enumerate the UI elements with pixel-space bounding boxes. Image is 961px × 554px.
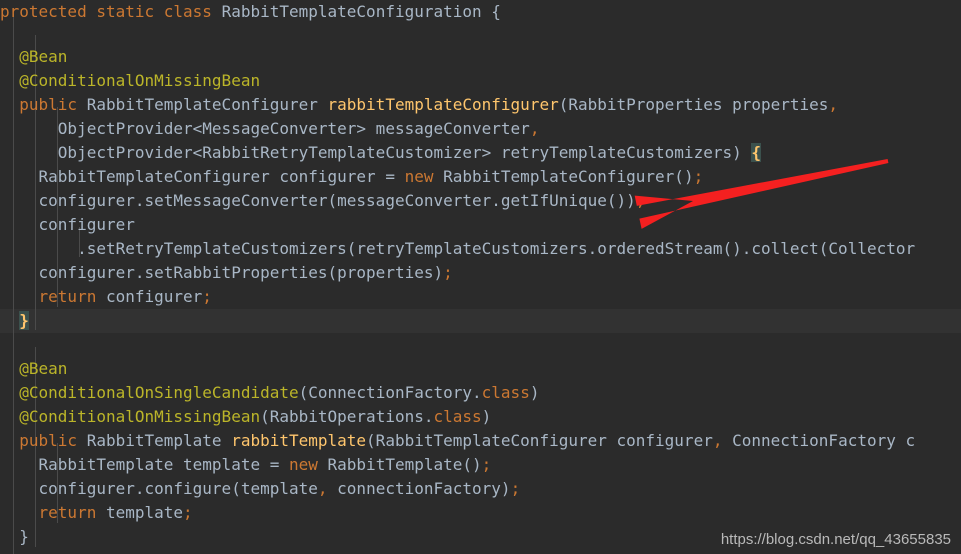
- code-token: configurer.setMessageConverter(messageCo…: [0, 191, 636, 210]
- code-token: ;: [183, 503, 193, 522]
- code-token: protected static class: [0, 2, 222, 21]
- code-token: @Bean: [19, 47, 68, 66]
- code-editor[interactable]: protected static class RabbitTemplateCon…: [0, 0, 961, 554]
- code-line[interactable]: return configurer;: [0, 285, 212, 309]
- code-line[interactable]: configurer.setMessageConverter(messageCo…: [0, 189, 646, 213]
- code-line[interactable]: RabbitTemplateConfigurer configurer = ne…: [0, 165, 704, 189]
- code-line[interactable]: ObjectProvider<RabbitRetryTemplateCustom…: [0, 141, 761, 165]
- code-token: rabbitTemplateConfigurer: [327, 95, 559, 114]
- code-token: @Bean: [19, 359, 68, 378]
- code-token: RabbitTemplate: [77, 431, 232, 450]
- code-token: class: [433, 407, 482, 426]
- code-token: return: [38, 503, 97, 522]
- code-token: ;: [693, 167, 704, 186]
- code-token: configurer: [0, 215, 135, 234]
- code-token: ): [481, 407, 492, 426]
- code-line[interactable]: configurer.configure(template, connectio…: [0, 477, 521, 501]
- code-token: RabbitTemplateConfiguration {: [221, 2, 501, 21]
- code-line[interactable]: @ConditionalOnMissingBean(RabbitOperatio…: [0, 405, 491, 429]
- code-token: ,: [828, 95, 839, 114]
- code-token: ,: [529, 119, 540, 138]
- code-line[interactable]: return template;: [0, 501, 193, 525]
- code-token: ConnectionFactory c: [722, 431, 916, 450]
- code-token: template: [96, 503, 184, 522]
- current-line-highlight: [0, 309, 961, 333]
- code-token: @ConditionalOnMissingBean: [19, 407, 261, 426]
- code-token: RabbitTemplateConfigurer(): [433, 167, 694, 186]
- code-line[interactable]: public RabbitTemplateConfigurer rabbitTe…: [0, 93, 838, 117]
- code-token: configurer: [96, 287, 203, 306]
- code-line[interactable]: ObjectProvider<MessageConverter> message…: [0, 117, 540, 141]
- code-token: ;: [202, 287, 212, 306]
- code-line[interactable]: [0, 333, 10, 357]
- code-line[interactable]: @Bean: [0, 45, 67, 69]
- code-token: new: [288, 455, 318, 474]
- code-token: RabbitTemplateConfigurer: [77, 95, 328, 114]
- code-line[interactable]: }: [0, 525, 29, 549]
- screenshot-root: protected static class RabbitTemplateCon…: [0, 0, 961, 554]
- code-line[interactable]: @ConditionalOnMissingBean: [0, 69, 260, 93]
- code-token: (RabbitOperations.: [260, 407, 434, 426]
- code-token: ;: [481, 455, 492, 474]
- code-token: rabbitTemplate: [231, 431, 367, 450]
- code-token: public: [19, 431, 78, 450]
- watermark-url: https://blog.csdn.net/qq_43655835: [720, 531, 951, 548]
- code-token: class: [481, 383, 530, 402]
- code-line[interactable]: .setRetryTemplateCustomizers(retryTempla…: [0, 237, 915, 261]
- code-line[interactable]: protected static class RabbitTemplateCon…: [0, 0, 501, 24]
- code-token: return: [38, 287, 97, 306]
- code-token: configurer.configure(template: [0, 479, 318, 498]
- code-token: @ConditionalOnMissingBean: [19, 71, 261, 90]
- code-token: ObjectProvider<MessageConverter> message…: [0, 119, 530, 138]
- code-token: RabbitTemplate(): [317, 455, 482, 474]
- code-token: ;: [635, 191, 646, 210]
- code-token: public: [19, 95, 78, 114]
- code-token: (ConnectionFactory.: [298, 383, 482, 402]
- code-line[interactable]: configurer: [0, 213, 135, 237]
- code-line[interactable]: @Bean: [0, 357, 67, 381]
- code-token: ,: [317, 479, 328, 498]
- code-token: .setRetryTemplateCustomizers(retryTempla…: [0, 239, 916, 258]
- code-token: ObjectProvider<RabbitRetryTemplateCustom…: [0, 143, 752, 162]
- code-line[interactable]: @ConditionalOnSingleCandidate(Connection…: [0, 381, 539, 405]
- code-line[interactable]: }: [0, 309, 29, 333]
- code-token: (RabbitProperties properties: [558, 95, 829, 114]
- code-line[interactable]: RabbitTemplate template = new RabbitTemp…: [0, 453, 492, 477]
- code-token: configurer.setRabbitProperties(propertie…: [0, 263, 444, 282]
- code-token: }: [0, 527, 29, 546]
- code-token: {: [751, 143, 761, 162]
- code-token: @ConditionalOnSingleCandidate: [19, 383, 299, 402]
- code-token: ;: [443, 263, 453, 282]
- code-token: (RabbitTemplateConfigurer configurer: [366, 431, 713, 450]
- code-token: connectionFactory): [327, 479, 511, 498]
- code-token: ): [529, 383, 540, 402]
- code-token: }: [19, 311, 29, 330]
- code-token: ;: [510, 479, 521, 498]
- code-line[interactable]: public RabbitTemplate rabbitTemplate(Rab…: [0, 429, 915, 453]
- code-token: new: [404, 167, 434, 186]
- code-token: RabbitTemplate template =: [0, 455, 289, 474]
- code-line[interactable]: configurer.setRabbitProperties(propertie…: [0, 261, 453, 285]
- code-token: RabbitTemplateConfigurer configurer =: [0, 167, 405, 186]
